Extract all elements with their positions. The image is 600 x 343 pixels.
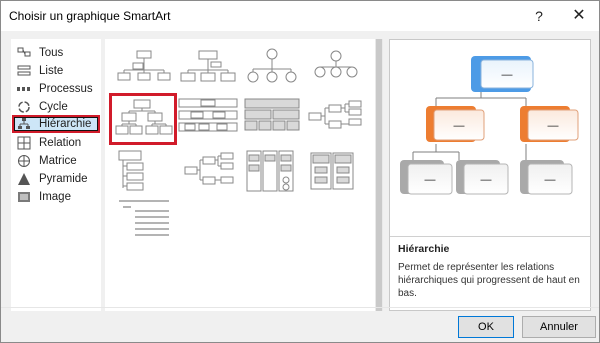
category-label: Tous — [39, 47, 64, 59]
category-item-liste[interactable]: Liste — [14, 62, 98, 80]
layout-organigramme[interactable] — [113, 45, 175, 95]
category-label: Cycle — [39, 101, 68, 113]
category-item-image[interactable]: Image — [14, 188, 98, 206]
category-label: Matrice — [39, 155, 77, 167]
layout-liste-retrait[interactable] — [113, 199, 175, 249]
category-list: Tous Liste Processus Cycle Hiérarchie Re… — [11, 39, 101, 311]
preview-separator — [390, 236, 590, 237]
category-item-tous[interactable]: Tous — [14, 44, 98, 62]
preview-box-left: — — [426, 106, 485, 142]
preview-title: Hiérarchie — [398, 243, 450, 255]
category-item-cycle[interactable]: Cycle — [14, 98, 98, 116]
preview-pane: — — — — — — Hiérarchie Permet de représe… — [389, 39, 591, 311]
list-icon — [17, 64, 31, 78]
layout-hierarchie-multiniveau[interactable] — [241, 149, 303, 199]
svg-text:—: — — [545, 174, 556, 186]
category-item-matrice[interactable]: Matrice — [14, 152, 98, 170]
matrix-icon — [17, 154, 31, 168]
image-icon — [17, 190, 31, 204]
process-icon — [17, 82, 31, 96]
layout-hierarchie-etiquetee[interactable] — [177, 97, 239, 147]
category-item-relation[interactable]: Relation — [14, 134, 98, 152]
help-button[interactable]: ? — [525, 5, 553, 27]
svg-text:—: — — [481, 174, 492, 186]
layout-hierarchie-horizontale-etiquetee[interactable] — [177, 149, 239, 199]
preview-description: Permet de représenter les relations hiér… — [398, 262, 580, 299]
category-label: Pyramide — [39, 173, 88, 185]
preview-box-top: — — [471, 56, 534, 92]
category-item-processus[interactable]: Processus — [14, 80, 98, 98]
category-label: Image — [39, 191, 71, 203]
footer-separator — [1, 307, 599, 308]
category-label: Liste — [39, 65, 64, 77]
layout-gallery — [105, 39, 375, 311]
layout-liste-hierarchique[interactable] — [113, 149, 175, 199]
category-item-pyramide[interactable]: Pyramide — [14, 170, 98, 188]
layout-hierarchie-cercles[interactable] — [305, 45, 367, 95]
dialog-title: Choisir un graphique SmartArt — [9, 9, 171, 23]
svg-text:—: — — [425, 174, 436, 186]
svg-text:—: — — [548, 120, 559, 132]
preview-diagram: — — — — — — — [390, 40, 590, 200]
layout-hierarchie[interactable] — [109, 93, 177, 145]
title-bar: Choisir un graphique SmartArt ? ✕ — [1, 1, 599, 31]
svg-text:—: — — [502, 69, 513, 81]
category-label: Processus — [39, 83, 93, 95]
cycle-icon — [17, 100, 31, 114]
ok-button[interactable]: OK — [458, 316, 514, 338]
layout-hierarchie-horizontale[interactable] — [305, 97, 367, 147]
pyramid-icon — [17, 172, 31, 186]
smartart-dialog: Choisir un graphique SmartArt ? ✕ Tous L… — [0, 0, 600, 343]
cancel-button[interactable]: Annuler — [522, 316, 596, 338]
preview-box-bottom-2: — — [456, 160, 509, 195]
all-icon — [17, 46, 31, 60]
category-label: Relation — [39, 137, 82, 149]
close-button[interactable]: ✕ — [565, 5, 593, 27]
relation-icon — [17, 136, 31, 150]
layout-hierarchie-tableau[interactable] — [241, 97, 303, 147]
category-label: Hiérarchie — [39, 118, 92, 130]
svg-text:—: — — [454, 120, 465, 132]
layout-organigramme-circulaire[interactable] — [241, 45, 303, 95]
gallery-scrollbar-thumb[interactable] — [376, 39, 382, 311]
preview-box-right: — — [520, 106, 579, 142]
preview-box-bottom-1: — — [400, 160, 453, 195]
category-item-hierarchie[interactable]: Hiérarchie — [12, 115, 100, 133]
preview-box-bottom-3: — — [520, 160, 573, 195]
hierarchy-icon — [17, 117, 31, 131]
layout-organigramme-nom-titre[interactable] — [177, 45, 239, 95]
layout-liste-colonnes[interactable] — [305, 149, 367, 199]
